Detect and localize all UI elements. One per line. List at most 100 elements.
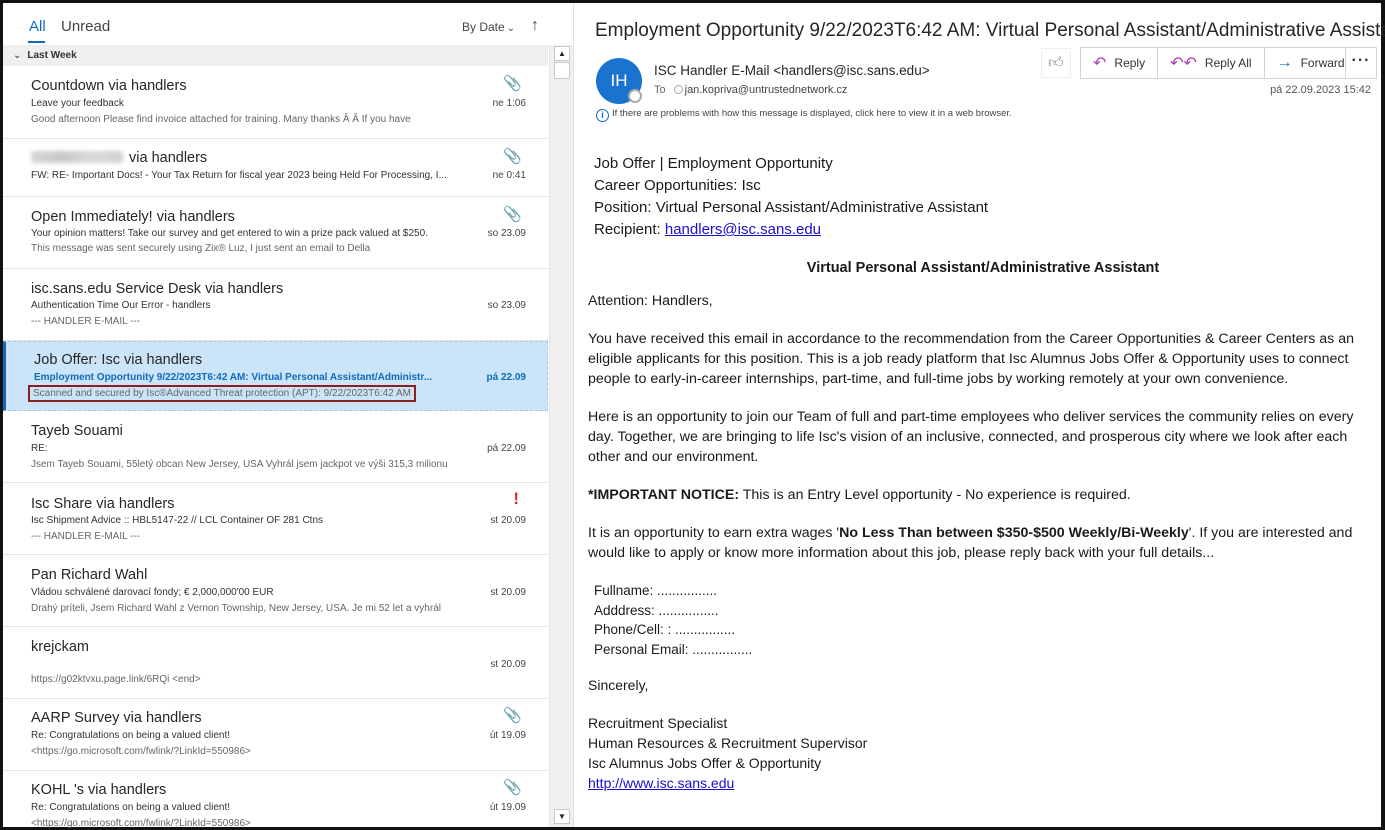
signature: Recruitment Specialist Human Resources &… — [588, 713, 1378, 793]
reply-label: Reply — [1114, 56, 1146, 70]
wage-text-pre: It is an opportunity to earn extra wages… — [588, 525, 840, 541]
message-item[interactable]: Countdown via handlers Leave your feedba… — [3, 66, 548, 139]
like-button[interactable]: 👍︎ — [1041, 48, 1071, 78]
recipient-email-link[interactable]: handlers@isc.sans.edu — [665, 221, 821, 238]
reading-pane: Employment Opportunity 9/22/2023T6:42 AM… — [574, 3, 1385, 827]
sort-dropdown[interactable]: By Date ⌄ — [462, 20, 515, 34]
paperclip-icon: 📎 — [503, 75, 522, 92]
presence-status-icon — [628, 89, 642, 103]
message-item[interactable]: Open Immediately! via handlers Your opin… — [3, 197, 548, 269]
message-preview: This message was sent securely using Zix… — [31, 243, 371, 254]
message-date: út 19.09 — [489, 802, 526, 813]
active-tab-indicator — [28, 41, 45, 43]
signature-line: Recruitment Specialist — [588, 715, 728, 731]
message-subject: FW: RE- Important Docs! - Your Tax Retur… — [31, 170, 447, 181]
filter-tabs: All Unread By Date ⌄ ↑ — [3, 3, 573, 45]
message-date: út 19.09 — [489, 730, 526, 741]
view-in-browser-notice[interactable]: i If there are problems with how this mes… — [596, 108, 1012, 122]
chevron-down-icon: ⌄ — [506, 23, 516, 34]
message-sender: Open Immediately! via handlers — [31, 209, 235, 225]
message-list-scrollbar[interactable]: ▲ ▼ — [549, 45, 573, 827]
message-item[interactable]: Isc Share via handlers Isc Shipment Advi… — [3, 483, 548, 555]
reply-all-label: Reply All — [1204, 56, 1252, 70]
forward-icon: → — [1276, 54, 1293, 71]
paperclip-icon: 📎 — [503, 148, 522, 165]
paperclip-icon: 📎 — [503, 779, 522, 796]
message-date: st 20.09 — [490, 587, 526, 598]
message-item[interactable]: KOHL 's via handlers Re: Congratulations… — [3, 771, 548, 830]
message-preview: Drahý príteli, Jsem Richard Wahl z Verno… — [31, 603, 441, 614]
message-item-selected[interactable]: Job Offer: Isc via handlers Employment O… — [3, 341, 548, 411]
sort-label: By Date — [462, 20, 505, 34]
recipients-line: To jan.kopriva@untrustednetwork.cz — [654, 84, 847, 96]
position-title: Virtual Personal Assistant/Administrativ… — [806, 260, 1160, 276]
wage-paragraph: It is an opportunity to earn extra wages… — [588, 523, 1378, 563]
message-subject: Leave your feedback — [31, 98, 124, 109]
message-subject: Authentication Time Our Error - handlers — [31, 300, 211, 311]
signature-line: Human Resources & Recruitment Supervisor — [588, 735, 868, 751]
message-item[interactable]: Pan Richard Wahl Vládou schválené darova… — [3, 555, 548, 627]
info-icon: i — [596, 109, 609, 122]
detail-field: Personal Email: ................ — [594, 641, 753, 657]
more-actions-button[interactable]: ··· — [1345, 47, 1377, 79]
signature-website-link[interactable]: http://www.isc.sans.edu — [588, 775, 734, 791]
job-header-block: Job Offer | Employment Opportunity Caree… — [594, 153, 1378, 241]
scroll-up-button[interactable]: ▲ — [554, 46, 570, 61]
paperclip-icon: 📎 — [503, 707, 522, 724]
message-sender: Job Offer: Isc via handlers — [34, 352, 203, 368]
email-body: Job Offer | Employment Opportunity Caree… — [588, 153, 1378, 793]
sender-name[interactable]: ISC Handler E-Mail <handlers@isc.sans.ed… — [654, 63, 930, 78]
arrow-up-icon[interactable]: ↑ — [531, 17, 539, 35]
message-preview: --- HANDLER E-MAIL --- — [31, 531, 141, 542]
received-datetime: pá 22.09.2023 15:42 — [1270, 84, 1371, 96]
message-sender: Pan Richard Wahl — [31, 567, 148, 583]
paperclip-icon: 📎 — [503, 206, 522, 223]
recipient-line: Recipient: handlers@isc.sans.edu — [594, 219, 1378, 241]
detail-field: Fullname: ................ — [594, 583, 718, 598]
message-item[interactable]: isc.sans.edu Service Desk via handlers A… — [3, 269, 548, 341]
reply-all-button[interactable]: ↶↶ Reply All — [1158, 48, 1265, 78]
greeting: Attention: Handlers, — [588, 293, 713, 309]
message-sender: Tayeb Souami — [31, 423, 123, 439]
message-item[interactable]: krejckam https://g02ktvxu.page.link/6RQi… — [3, 627, 548, 699]
tab-unread[interactable]: Unread — [61, 18, 110, 35]
notice-text: This is an Entry Level opportunity - No … — [739, 487, 1131, 503]
header-line: Career Opportunities: Isc — [594, 177, 761, 194]
message-subject: Employment Opportunity 9/22/2023T6:42 AM… — [34, 372, 433, 383]
message-date: ne 0:41 — [492, 170, 526, 181]
message-preview: Jsem Tayeb Souami, 55letý obcan New Jers… — [31, 459, 448, 470]
important-flag-icon: ! — [513, 489, 519, 508]
header-line: Job Offer | Employment Opportunity — [594, 155, 833, 172]
message-sender: krejckam — [31, 639, 90, 655]
message-preview: --- HANDLER E-MAIL --- — [31, 316, 141, 327]
tab-all[interactable]: All — [29, 18, 46, 35]
message-date: st 20.09 — [490, 659, 526, 670]
message-actions: ↶ Reply ↶↶ Reply All → Forward — [1080, 47, 1364, 79]
notice-label: *IMPORTANT NOTICE: — [588, 487, 740, 503]
paragraph-intro: You have received this email in accordan… — [588, 331, 1354, 387]
header-line: Position: Virtual Personal Assistant/Adm… — [594, 199, 989, 216]
recipient-presence-icon — [673, 85, 683, 94]
group-header-last-week[interactable]: ⌄ Last Week — [3, 45, 548, 66]
message-date: ne 1:06 — [492, 98, 526, 109]
message-sender: via handlers — [31, 150, 207, 166]
message-sender: isc.sans.edu Service Desk via handlers — [31, 281, 284, 297]
scroll-down-button[interactable]: ▼ — [554, 809, 570, 824]
message-subject: Your opinion matters! Take our survey an… — [31, 228, 428, 239]
scroll-thumb[interactable] — [554, 62, 570, 79]
recipient-address[interactable]: jan.kopriva@untrustednetwork.cz — [685, 84, 848, 96]
message-subject: RE: — [31, 443, 48, 454]
detail-field: Phone/Cell: : ................ — [594, 622, 736, 637]
message-item[interactable]: via handlers FW: RE- Important Docs! - Y… — [3, 139, 548, 197]
message-sender: KOHL 's via handlers — [31, 782, 167, 798]
message-subject: Re: Congratulations on being a valued cl… — [31, 730, 231, 741]
reply-icon: ↶ — [1093, 55, 1107, 72]
reply-button[interactable]: ↶ Reply — [1081, 48, 1159, 78]
requested-details: Fullname: ................ Adddress: ...… — [594, 581, 1378, 659]
paragraph-team: Here is an opportunity to join our Team … — [588, 409, 1354, 465]
message-item[interactable]: Tayeb Souami RE: Jsem Tayeb Souami, 55le… — [3, 411, 548, 483]
message-subject: Re: Congratulations on being a valued cl… — [31, 802, 231, 813]
message-item[interactable]: AARP Survey via handlers Re: Congratulat… — [3, 699, 548, 771]
chevron-down-icon: ⌄ — [13, 50, 22, 61]
message-date: so 23.09 — [487, 228, 526, 239]
